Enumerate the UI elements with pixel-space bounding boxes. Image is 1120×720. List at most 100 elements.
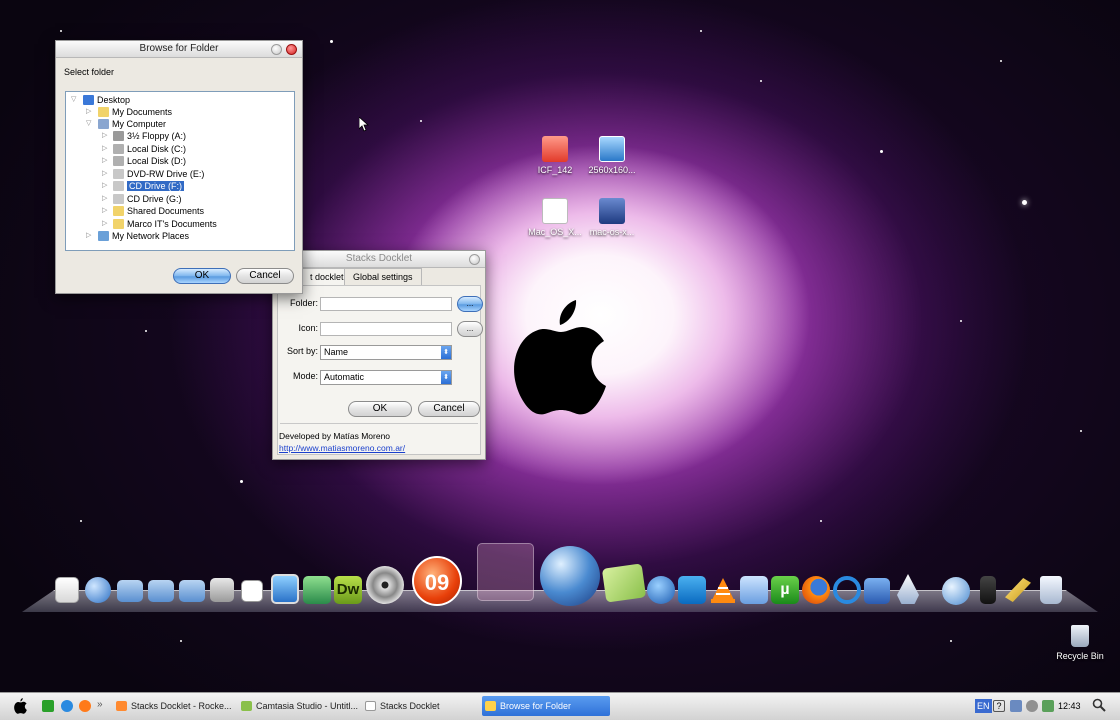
clock[interactable]: 12:43 <box>1058 697 1081 715</box>
language-indicator[interactable]: EN <box>975 699 992 713</box>
expand-icon[interactable]: ▷ <box>102 168 109 180</box>
collapse-icon[interactable]: ▽ <box>71 94 78 106</box>
ok-button[interactable]: OK <box>173 268 231 284</box>
vuze-alt-icon[interactable] <box>647 576 675 604</box>
window-icon <box>365 701 376 711</box>
trash-icon[interactable] <box>1040 576 1062 604</box>
expand-icon[interactable]: ▷ <box>102 143 109 155</box>
folder-icon[interactable] <box>179 580 205 602</box>
tree-item-cd-g[interactable]: CD Drive (G:) <box>113 193 182 205</box>
help-button[interactable] <box>271 44 282 55</box>
icon-input[interactable] <box>320 322 452 336</box>
taskbar-item-stacks-docklet[interactable]: Stacks Docklet <box>362 696 478 716</box>
tree-item-local-disk-c[interactable]: Local Disk (C:) <box>113 143 186 155</box>
tree-item-network-places[interactable]: My Network Places <box>98 230 189 242</box>
notepad-icon[interactable] <box>601 563 647 603</box>
tree-item-cd-f[interactable]: CD Drive (F:) <box>113 180 184 192</box>
folder-icon[interactable] <box>117 580 143 602</box>
task-label: Stacks Docklet <box>380 701 440 711</box>
tab-global-settings[interactable]: Global settings <box>344 268 422 285</box>
sort-select[interactable]: Name ⬍ <box>320 345 452 360</box>
tray-app-icon[interactable] <box>1010 700 1022 712</box>
vuze-icon[interactable] <box>540 546 600 606</box>
expand-icon[interactable]: ▷ <box>102 155 109 167</box>
tree-item-shared-documents[interactable]: Shared Documents <box>113 205 204 217</box>
folder-icon <box>113 206 124 216</box>
developer-link[interactable]: http://www.matiasmoreno.com.ar/ <box>279 443 405 453</box>
tree-item-desktop[interactable]: Desktop <box>83 94 130 106</box>
usb-icon[interactable] <box>980 576 996 604</box>
network-icon[interactable] <box>740 576 768 604</box>
notes-icon[interactable] <box>55 577 79 603</box>
expand-icon[interactable]: ▷ <box>86 106 93 118</box>
tree-item-label: CD Drive (G:) <box>127 194 182 204</box>
teamviewer-icon[interactable] <box>678 576 706 604</box>
quicklaunch-expand-icon[interactable]: » <box>97 699 103 710</box>
collapse-icon[interactable]: ▽ <box>86 118 93 130</box>
taskbar-item-stacks-rocket[interactable]: Stacks Docklet - Rocke... <box>113 696 233 716</box>
help-icon[interactable]: ? <box>993 700 1005 712</box>
task-label: Camtasia Studio - Untitl... <box>256 701 358 711</box>
search-icon[interactable] <box>1092 698 1106 712</box>
close-button[interactable] <box>469 254 480 265</box>
tree-item-local-disk-d[interactable]: Local Disk (D:) <box>113 155 186 167</box>
cancel-button[interactable]: Cancel <box>236 268 294 284</box>
globe-icon[interactable] <box>85 577 111 603</box>
expand-icon[interactable]: ▷ <box>102 218 109 230</box>
rocket-icon[interactable] <box>897 574 919 604</box>
volume-icon[interactable] <box>1026 700 1038 712</box>
mode-label: Mode: <box>292 371 318 381</box>
cancel-button[interactable]: Cancel <box>418 401 480 417</box>
puzzle-icon[interactable] <box>303 576 331 604</box>
dreamweaver-icon[interactable]: Dw <box>334 576 362 604</box>
desktop-icon-wallpaper[interactable]: 2560x160... <box>582 136 642 175</box>
globe-icon[interactable] <box>942 577 970 605</box>
start-apple-icon[interactable] <box>14 698 27 714</box>
tools-icon[interactable] <box>210 578 234 602</box>
ie-icon[interactable] <box>833 576 861 604</box>
quicklaunch-app-icon[interactable] <box>42 700 54 712</box>
expand-icon[interactable]: ▷ <box>102 205 109 217</box>
expand-icon[interactable]: ▷ <box>102 130 109 142</box>
calendar-icon[interactable] <box>241 580 263 602</box>
installer-icon <box>599 198 625 224</box>
desktop-icon-macos-doc[interactable]: Mac_OS_X... <box>525 198 585 237</box>
desktop-icon-icf[interactable]: ICF_142 <box>525 136 585 175</box>
star <box>760 80 762 82</box>
browse-titlebar[interactable]: Browse for Folder <box>56 41 302 58</box>
ok-button[interactable]: OK <box>348 401 412 417</box>
icon-browse-button[interactable]: ... <box>457 321 483 337</box>
tree-item-my-documents[interactable]: My Documents <box>98 106 172 118</box>
quicklaunch-firefox-icon[interactable] <box>79 700 91 712</box>
tree-item-floppy[interactable]: 3½ Floppy (A:) <box>113 130 186 142</box>
folder-browse-button[interactable]: ... <box>457 296 483 312</box>
utorrent-icon[interactable]: µ <box>771 576 799 604</box>
folder-tree[interactable]: ▽ Desktop ▷ My Documents ▽ My Computer ▷… <box>65 91 295 251</box>
close-button[interactable] <box>286 44 297 55</box>
desktop-icon-recycle-bin[interactable]: Recycle Bin <box>1050 625 1110 661</box>
vlc-icon[interactable] <box>709 576 737 604</box>
tree-item-marco-documents[interactable]: Marco IT's Documents <box>113 218 217 230</box>
firefox-icon[interactable] <box>802 576 830 604</box>
tree-item-my-computer[interactable]: My Computer <box>98 118 166 130</box>
quicklaunch-ie-icon[interactable] <box>61 700 73 712</box>
expand-icon[interactable]: ▷ <box>102 180 109 192</box>
desktop-icon-macos-installer[interactable]: mac-os-x... <box>582 198 642 237</box>
expand-icon[interactable]: ▷ <box>102 193 109 205</box>
expand-icon[interactable]: ▷ <box>86 230 93 242</box>
network-status-icon[interactable] <box>1042 700 1054 712</box>
taskbar-item-camtasia[interactable]: Camtasia Studio - Untitl... <box>238 696 358 716</box>
nero-icon[interactable]: 09 <box>412 556 462 606</box>
dvd-icon[interactable] <box>366 566 404 604</box>
stacks-docklet-window: Stacks Docklet t docklet Global settings… <box>272 250 486 460</box>
folder-input[interactable] <box>320 297 452 311</box>
photo-icon[interactable] <box>271 574 299 604</box>
tree-item-dvd-rw[interactable]: DVD-RW Drive (E:) <box>113 168 204 180</box>
desktop-icon-label: mac-os-x... <box>589 227 635 237</box>
taskbar-item-browse-for-folder[interactable]: Browse for Folder <box>482 696 610 716</box>
stacks-docklet-titlebar[interactable]: Stacks Docklet <box>273 251 485 268</box>
empty-slot[interactable] <box>477 543 534 601</box>
folder-icon[interactable] <box>148 580 174 602</box>
mode-select[interactable]: Automatic ⬍ <box>320 370 452 385</box>
tools-icon[interactable] <box>864 578 890 604</box>
